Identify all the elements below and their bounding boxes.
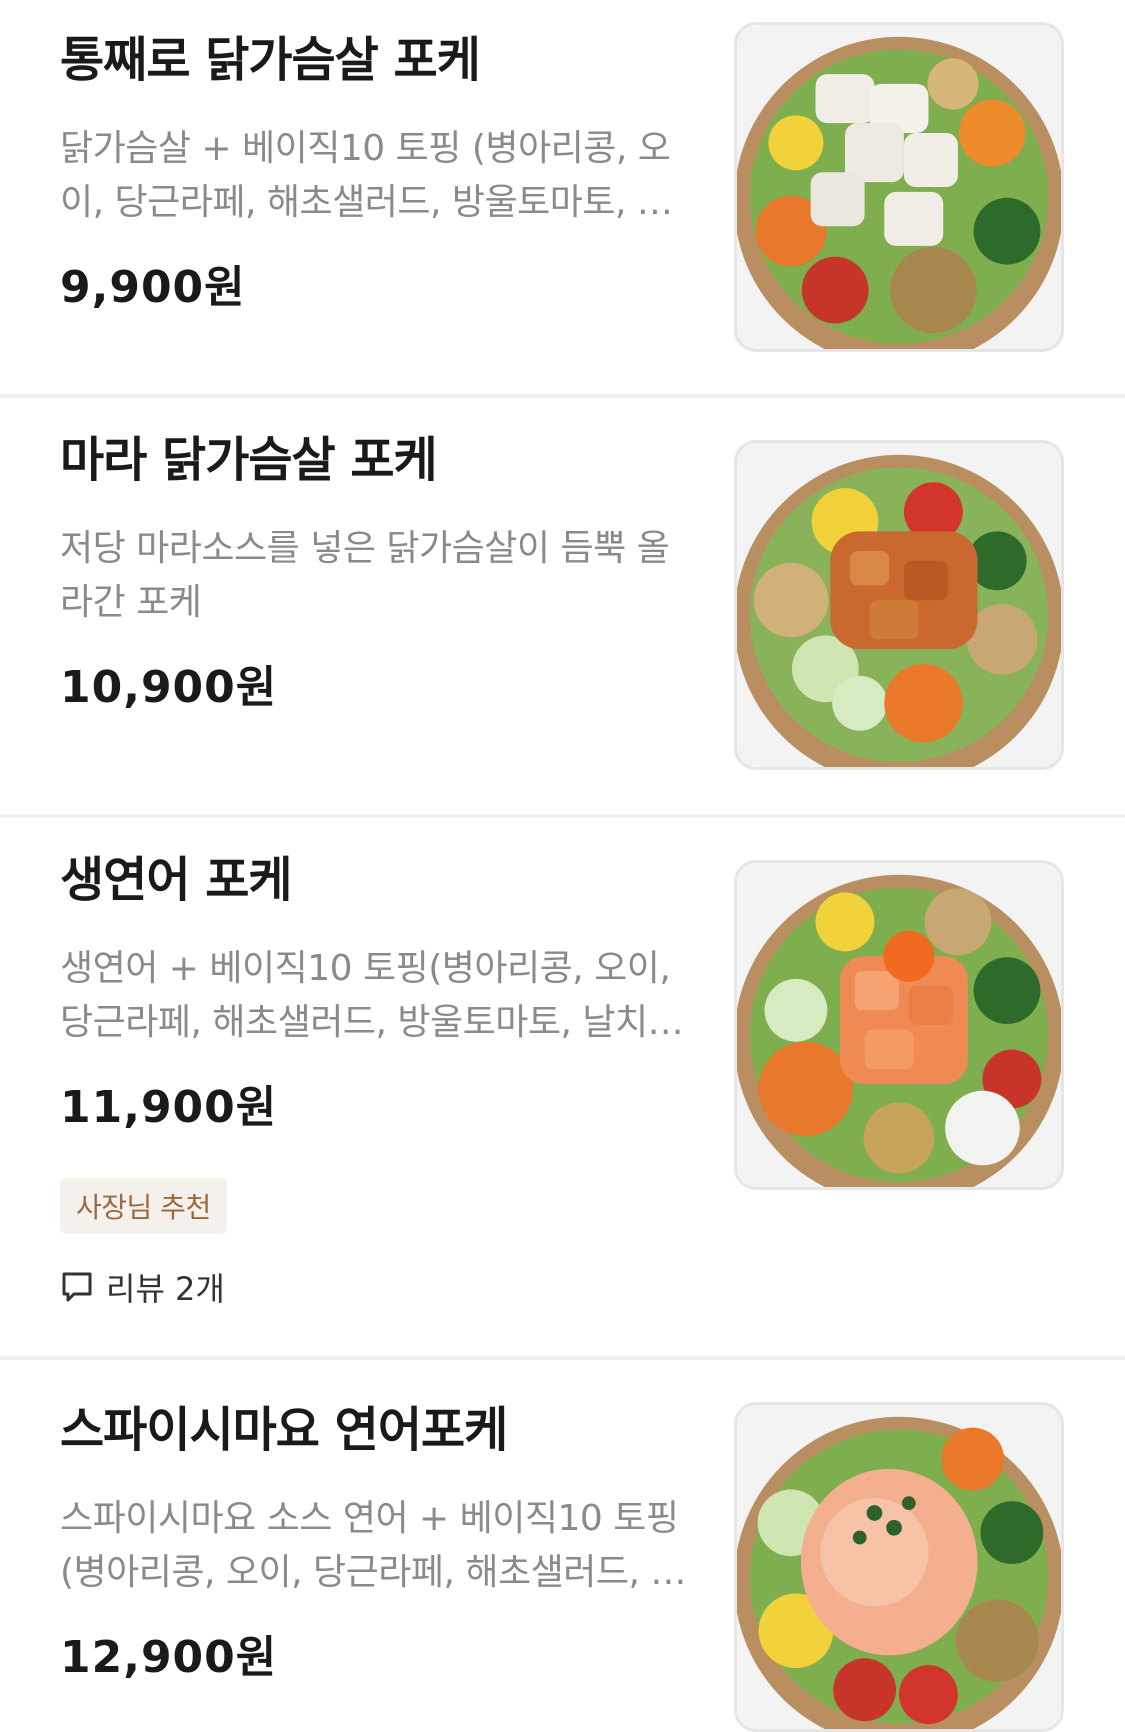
poke-bowl-image [737,1405,1061,1729]
review-count-label: 리뷰 2개 [106,1270,225,1308]
menu-item-text: 마라 닭가슴살 포케 저당 마라소스를 넣은 닭가슴살이 듬뿍 올라간 포케 1… [60,430,700,718]
poke-bowl-image [737,25,1061,349]
menu-item-name: 생연어 포케 [60,852,293,908]
menu-item-image[interactable] [734,440,1064,770]
menu-item[interactable]: 생연어 포케 생연어 + 베이직10 토핑(병아리콩, 오이, 당근라페, 해초… [0,818,1125,1360]
review-count[interactable]: 리뷰 2개 [60,1264,700,1310]
menu-item-price: 9,900원 [60,262,246,313]
menu-item-name: 통째로 닭가슴살 포케 [60,32,481,88]
menu-item-image[interactable] [734,860,1064,1190]
menu-item-name: 스파이시마요 연어포케 [60,1402,508,1458]
speech-bubble-icon [62,1272,92,1302]
menu-item-description: 닭가슴살 + 베이직10 토핑 (병아리콩, 오이, 당근라페, 해초샐러드, … [60,128,671,223]
menu-item-image[interactable] [734,1402,1064,1732]
menu-item[interactable]: 마라 닭가슴살 포케 저당 마라소스를 넣은 닭가슴살이 듬뿍 올라간 포케 1… [0,398,1125,818]
menu-item-text: 통째로 닭가슴살 포케 닭가슴살 + 베이직10 토핑 (병아리콩, 오이, 당… [60,30,700,318]
poke-bowl-image [737,863,1061,1187]
menu-item[interactable]: 통째로 닭가슴살 포케 닭가슴살 + 베이직10 토핑 (병아리콩, 오이, 당… [0,0,1125,398]
menu-item-image[interactable] [734,22,1064,352]
menu-item-text: 생연어 포케 생연어 + 베이직10 토핑(병아리콩, 오이, 당근라페, 해초… [60,850,700,1310]
poke-bowl-image [737,443,1061,767]
menu-list: 통째로 닭가슴살 포케 닭가슴살 + 베이직10 토핑 (병아리콩, 오이, 당… [0,0,1125,1732]
menu-item-name: 마라 닭가슴살 포케 [60,432,438,488]
menu-item-description: 생연어 + 베이직10 토핑(병아리콩, 오이, 당근라페, 해초샐러드, 방울… [60,948,692,1043]
menu-item-text: 스파이시마요 연어포케 스파이시마요 소스 연어 + 베이직10 토핑(병아리콩… [60,1400,700,1688]
menu-item-description: 저당 마라소스를 넣은 닭가슴살이 듬뿍 올라간 포케 [60,528,670,623]
owner-recommendation-badge: 사장님 추천 [60,1178,227,1234]
menu-item-price: 11,900원 [60,1082,278,1133]
menu-item-description: 스파이시마요 소스 연어 + 베이직10 토핑(병아리콩, 오이, 당근라페, … [60,1498,684,1593]
menu-item-price: 12,900원 [60,1632,278,1683]
menu-item[interactable]: 스파이시마요 연어포케 스파이시마요 소스 연어 + 베이직10 토핑(병아리콩… [0,1360,1125,1732]
menu-item-price: 10,900원 [60,662,278,713]
